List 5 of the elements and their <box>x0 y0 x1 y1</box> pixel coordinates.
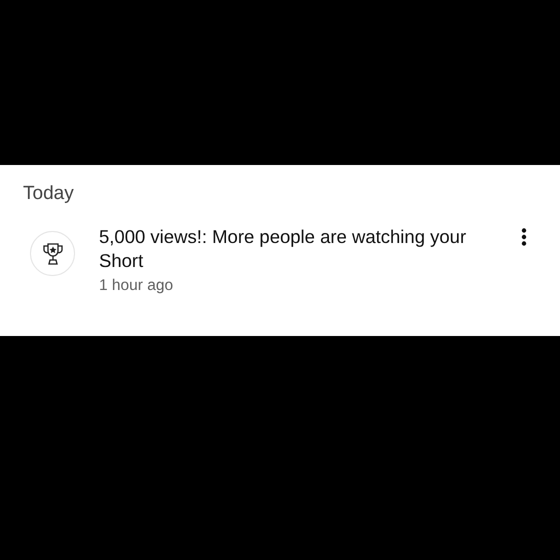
more-options-icon[interactable] <box>521 228 527 246</box>
section-title: Today <box>23 182 75 206</box>
notification-text[interactable]: 5,000 views!: More people are watching your Short <box>99 225 509 273</box>
trophy-icon <box>30 231 75 276</box>
notification-time: 1 hour ago <box>99 277 174 295</box>
